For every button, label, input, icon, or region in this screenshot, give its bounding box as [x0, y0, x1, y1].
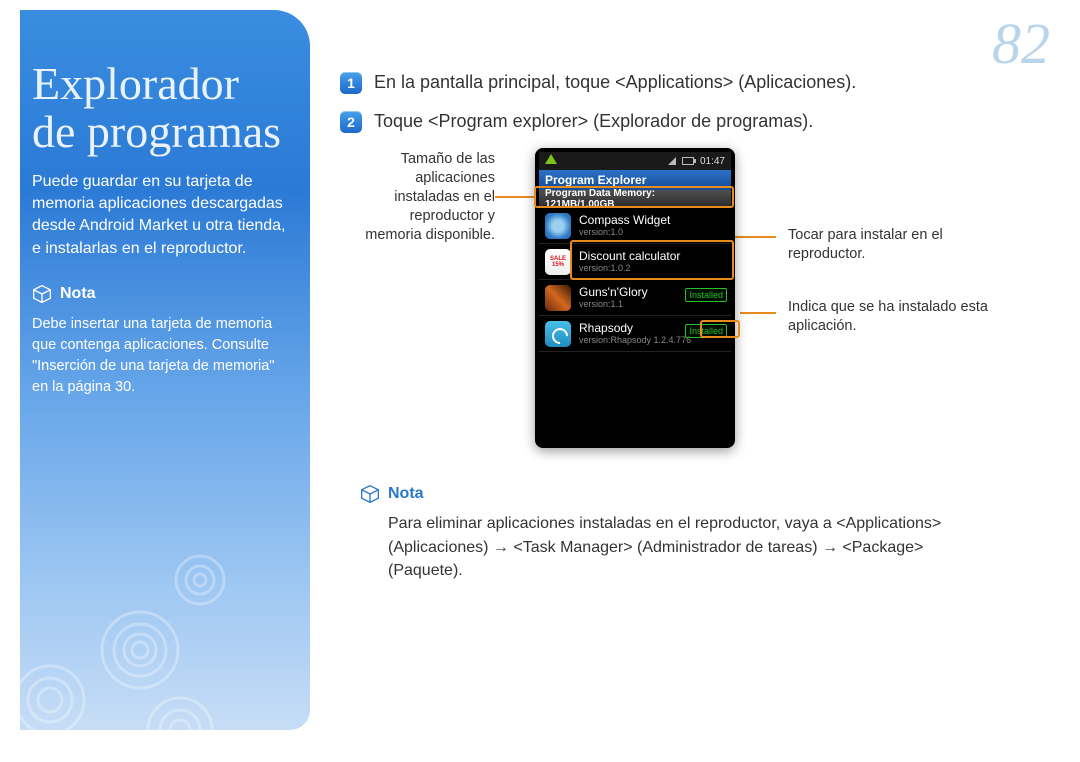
android-icon — [545, 154, 557, 164]
callout-installed: Indica que se ha instalado esta aplicaci… — [788, 298, 1008, 336]
app-version: version:1.0 — [579, 227, 725, 237]
nota-label: Nota — [388, 485, 424, 503]
battery-icon — [682, 157, 694, 165]
installed-badge: Installed — [685, 288, 727, 302]
app-row[interactable]: Rhapsodyversion:Rhapsody 1.2.4.776Instal… — [539, 316, 731, 352]
status-bar: 01:47 — [539, 152, 731, 170]
app-row[interactable]: Guns'n'Gloryversion:1.1Installed — [539, 280, 731, 316]
page-title: Explorador de programas — [32, 60, 292, 157]
bottom-note-text: Para eliminar aplicaciones instaladas en… — [360, 512, 1000, 582]
signal-icon — [668, 157, 676, 165]
step-text-1: En la pantalla principal, toque <Applica… — [374, 70, 856, 95]
step-badge-1: 1 — [340, 72, 362, 94]
sidebar: Explorador de programas Puede guardar en… — [20, 10, 310, 730]
callout-memory: Tamaño de las aplicaciones instaladas en… — [360, 150, 495, 244]
app-row[interactable]: SALE15% Discount calculatorversion:1.0.2 — [539, 244, 731, 280]
bottom-note: Nota Para eliminar aplicaciones instalad… — [360, 484, 1050, 582]
step-1: 1 En la pantalla principal, toque <Appli… — [340, 70, 1050, 95]
app-meta: Discount calculatorversion:1.0.2 — [579, 250, 725, 273]
step-2: 2 Toque <Program explorer> (Explorador d… — [340, 109, 1050, 134]
step-text-2: Toque <Program explorer> (Explorador de … — [374, 109, 813, 134]
main-content: 1 En la pantalla principal, toque <Appli… — [340, 70, 1050, 582]
sale-icon: SALE15% — [545, 249, 571, 275]
app-name: Discount calculator — [579, 250, 725, 263]
app-name: Compass Widget — [579, 214, 725, 227]
title-line-1: Explorador — [32, 58, 239, 109]
app-version: version:1.0.2 — [579, 263, 725, 273]
phone-screenshot: 01:47 Program Explorer Program Data Memo… — [535, 148, 735, 448]
decorative-circles — [20, 500, 250, 730]
leader-line — [495, 196, 535, 198]
nota-heading: Nota — [32, 284, 292, 304]
page-number: 82 — [992, 10, 1050, 77]
app-meta: Compass Widgetversion:1.0 — [579, 214, 725, 237]
box-icon — [360, 484, 380, 504]
app-list: Compass Widgetversion:1.0 SALE15% Discount… — [539, 208, 731, 352]
sidebar-intro: Puede guardar en su tarjeta de memoria a… — [32, 171, 292, 261]
nota-heading: Nota — [360, 484, 1050, 504]
guns-icon — [545, 285, 571, 311]
nota-label: Nota — [60, 285, 96, 303]
sidebar-note: Debe insertar una tarjeta de memoria que… — [32, 314, 292, 398]
title-line-2: de programas — [32, 106, 281, 157]
compass-icon — [545, 213, 571, 239]
installed-badge: Installed — [685, 324, 727, 338]
memory-row: Program Data Memory: 121MB/1.00GB — [539, 190, 731, 208]
leader-line — [740, 312, 776, 314]
status-clock: 01:47 — [700, 156, 725, 167]
diagram: Tamaño de las aplicaciones instaladas en… — [360, 148, 1050, 448]
rhap-icon — [545, 321, 571, 347]
box-icon — [32, 284, 52, 304]
leader-line — [734, 236, 776, 238]
step-badge-2: 2 — [340, 111, 362, 133]
callout-install: Tocar para instalar en el reproductor. — [788, 226, 1008, 264]
app-row[interactable]: Compass Widgetversion:1.0 — [539, 208, 731, 244]
